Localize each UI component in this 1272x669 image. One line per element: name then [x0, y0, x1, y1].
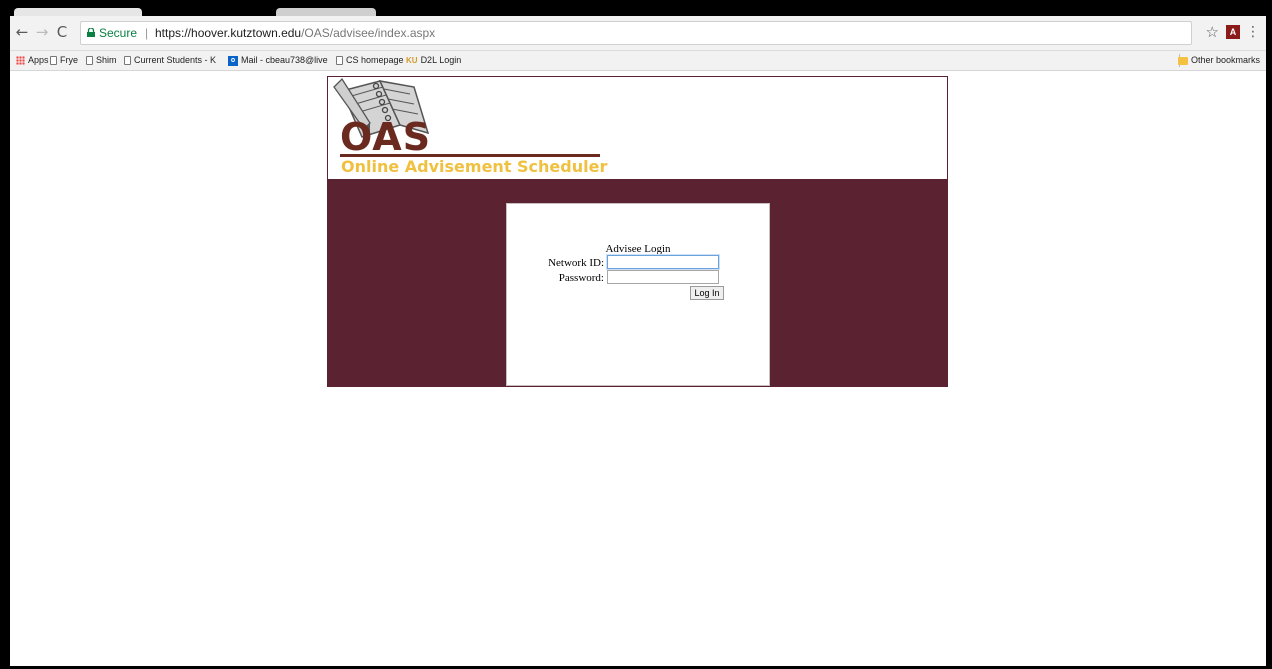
bookmark-mail[interactable]: o Mail - cbeau738@live — [228, 51, 328, 70]
password-input[interactable] — [607, 270, 719, 284]
oas-subtitle: Online Advisement Scheduler — [341, 157, 608, 176]
password-label: Password: — [558, 272, 604, 284]
acrobat-extension-icon[interactable]: A — [1226, 25, 1240, 39]
page-icon — [86, 56, 93, 66]
network-id-input[interactable] — [607, 255, 719, 269]
bookmark-label: CS homepage — [346, 55, 404, 65]
back-arrow-icon[interactable]: ← — [14, 24, 30, 40]
network-id-label: Network ID: — [548, 257, 604, 269]
url-separator: | — [145, 26, 149, 40]
bookmark-label: Current Students - K — [134, 55, 217, 65]
browser-menu-icon[interactable]: ⋮ — [1246, 24, 1260, 40]
browser-toolbar: ← → C Secure | https://hoover.kutztown.e… — [10, 16, 1266, 51]
address-bar[interactable]: Secure | https://hoover.kutztown.edu/OAS… — [80, 21, 1192, 45]
bookmark-star-icon[interactable]: ☆ — [1206, 24, 1219, 40]
reload-icon[interactable]: C — [54, 24, 70, 40]
tab-strip — [10, 8, 1266, 16]
oas-body: Advisee Login Network ID: Password: Log … — [328, 179, 947, 386]
page-content: OAS Online Advisement Scheduler Advisee … — [10, 71, 1266, 666]
bookmark-label: Other bookmarks — [1190, 55, 1260, 65]
oas-title: OAS — [340, 115, 432, 159]
outlook-icon: o — [228, 55, 238, 66]
bookmarks-bar: Apps Frye Shim Current Students - K o Mai… — [10, 51, 1266, 71]
bookmark-label: Frye — [60, 55, 78, 65]
folder-icon — [1177, 56, 1188, 65]
bookmark-apps[interactable]: Apps — [16, 51, 49, 70]
bookmark-label: Mail - cbeau738@live — [241, 55, 328, 65]
page-icon — [336, 56, 343, 66]
forward-arrow-icon[interactable]: → — [34, 24, 50, 40]
url-path: /OAS/advisee/index.aspx — [301, 26, 436, 40]
bookmark-label: D2L Login — [420, 55, 462, 65]
ku-icon: KU — [406, 56, 418, 66]
oas-header: OAS Online Advisement Scheduler — [328, 77, 947, 179]
log-in-button[interactable]: Log In — [690, 286, 724, 300]
url-host: https://hoover.kutztown.edu — [155, 26, 302, 40]
tab-inactive[interactable] — [276, 8, 376, 16]
bookmark-d2l-login[interactable]: KU D2L Login — [406, 51, 461, 70]
bookmark-frye[interactable]: Frye — [50, 51, 78, 70]
oas-container: OAS Online Advisement Scheduler Advisee … — [327, 76, 948, 387]
apps-icon — [16, 56, 25, 66]
tab-active[interactable] — [14, 8, 142, 16]
bookmark-cs-homepage[interactable]: CS homepage — [336, 51, 404, 70]
bookmark-current-students[interactable]: Current Students - K — [124, 51, 216, 70]
bookmark-label: Shim — [96, 55, 117, 65]
lock-icon — [87, 28, 95, 37]
page-icon — [50, 56, 57, 66]
bookmark-other[interactable]: Other bookmarks — [1177, 51, 1260, 70]
login-heading: Advisee Login — [605, 243, 671, 255]
secure-label: Secure — [99, 26, 138, 40]
bookmark-label: Apps — [28, 55, 49, 65]
login-panel: Advisee Login Network ID: Password: Log … — [506, 203, 770, 386]
browser-window: ← → C Secure | https://hoover.kutztown.e… — [10, 8, 1266, 666]
url-text[interactable]: https://hoover.kutztown.edu/OAS/advisee/… — [155, 22, 435, 44]
page-icon — [124, 56, 131, 66]
bookmark-shim[interactable]: Shim — [86, 51, 117, 70]
